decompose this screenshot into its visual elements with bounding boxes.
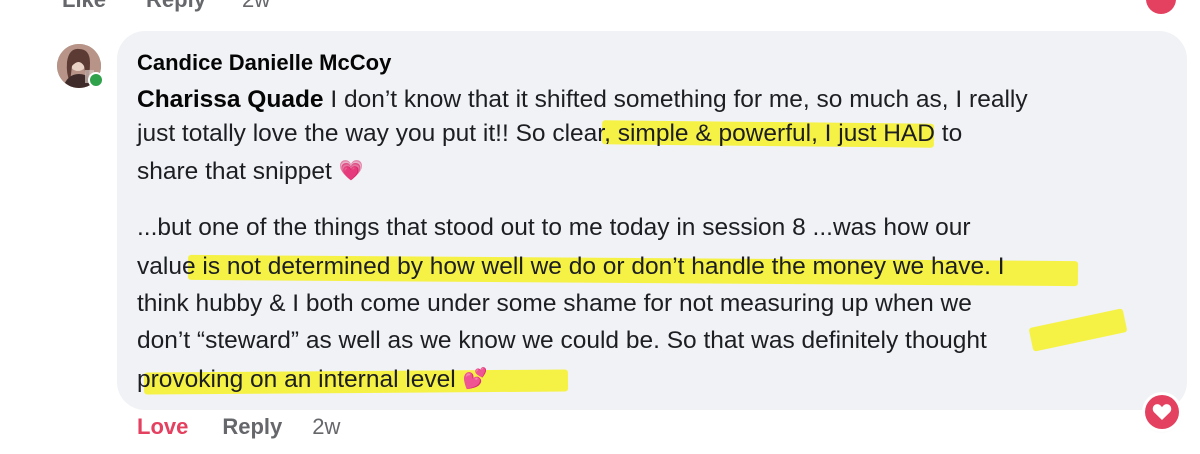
- previous-reaction-badge[interactable]: [1146, 0, 1176, 14]
- reply-button[interactable]: Reply: [222, 414, 282, 440]
- timestamp[interactable]: 2w: [312, 414, 340, 440]
- comment-text-line: ...but one of the things that stood out …: [137, 214, 971, 241]
- love-reaction-button[interactable]: Love: [137, 414, 188, 440]
- comment-text-line: Charissa Quade I don’t know that it shif…: [137, 86, 1028, 114]
- comment-actions: Love Reply 2w: [137, 414, 340, 440]
- comment-text-line: don’t “steward” as well as we know we co…: [137, 327, 987, 354]
- pink-heart-emoji-icon: 💗: [338, 160, 364, 182]
- comment-text: provoking on an internal level: [137, 366, 463, 393]
- timestamp[interactable]: 2w: [242, 0, 270, 13]
- comment-text-line: just totally love the way you put it!! S…: [137, 120, 963, 147]
- comment-text-line: value is not determined by how well we d…: [137, 253, 1005, 280]
- comment-text: I don’t know that it shifted something f…: [323, 86, 1028, 113]
- heart-icon: [1152, 404, 1172, 420]
- comment-text: share that snippet: [137, 158, 339, 185]
- comment-text-line: provoking on an internal level 💕: [137, 366, 487, 394]
- comment-thread: Like Reply 2w Candice Danielle McCoy Cha…: [0, 0, 1200, 454]
- reply-button[interactable]: Reply: [146, 0, 206, 13]
- previous-comment-actions: Like Reply 2w: [62, 0, 270, 13]
- comment-text-line: think hubby & I both come under some sha…: [137, 290, 972, 317]
- like-button[interactable]: Like: [62, 0, 106, 13]
- reaction-badge[interactable]: [1145, 395, 1179, 429]
- comment-text-line: share that snippet 💗: [137, 158, 363, 186]
- mention-link[interactable]: Charissa Quade: [137, 86, 324, 113]
- comment-author[interactable]: Candice Danielle McCoy: [137, 50, 391, 76]
- online-status-dot: [88, 72, 104, 88]
- two-hearts-emoji-icon: 💕: [462, 368, 488, 390]
